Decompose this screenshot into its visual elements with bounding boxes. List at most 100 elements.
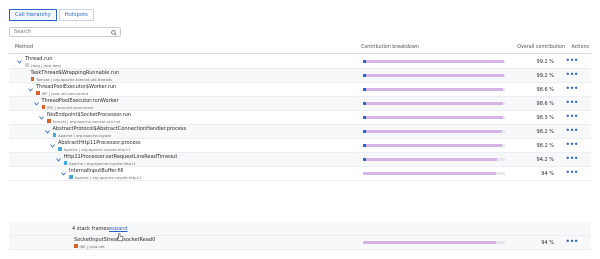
table-row[interactable]: AbstractProtocol$AbstractConnectionHandl…	[9, 125, 591, 139]
table-row[interactable]: AbstractHttp11Processor.process Apache | …	[9, 139, 591, 153]
method-source: Apache | org.apache.coyote.http11	[58, 147, 131, 152]
contribution-fill	[363, 116, 503, 119]
tab-call-hierarchy[interactable]: Call hierarchy	[9, 9, 57, 21]
source-tag-icon	[41, 105, 45, 109]
contribution-fill	[363, 158, 497, 161]
more-actions-icon[interactable]: •••	[565, 169, 578, 177]
chevron-down-icon[interactable]	[28, 88, 33, 92]
contribution-bar	[363, 60, 505, 63]
self-time-marker	[363, 158, 366, 161]
table-row[interactable]: ThreadPoolExecutor.runWorker JRE | java.u…	[9, 97, 591, 111]
collapsed-frames-label: 4 stack frames	[72, 226, 110, 232]
source-tag-icon	[74, 244, 78, 248]
contribution-bar	[363, 158, 505, 161]
table-row[interactable]: Thread.run Lang | java.lang 99.2 % •••	[9, 55, 591, 69]
contribution-fill	[363, 60, 504, 63]
self-time-marker	[363, 60, 366, 63]
hand-cursor-icon	[116, 233, 124, 242]
search-input[interactable]: Search	[9, 27, 121, 37]
contribution-fill	[363, 172, 497, 175]
self-time-marker	[363, 74, 366, 77]
contribution-bar	[363, 74, 505, 77]
method-column-header: Method	[15, 45, 33, 50]
self-time-marker	[363, 116, 366, 119]
table-row[interactable]: NioEndpoint$SocketProcessor.run Tomcat | …	[9, 111, 591, 125]
source-tag-icon	[63, 161, 67, 165]
method-name: AbstractProtocol$AbstractConnectionHandl…	[52, 126, 187, 132]
overall-contribution: 98.3 %	[536, 115, 554, 121]
source-label: Lang | java.lang	[30, 62, 61, 68]
view-tabs: Call hierarchy Hotspots	[9, 9, 94, 21]
source-label: Tomcat | org.apache.tomcat.util.threads	[36, 76, 113, 82]
contribution-fill	[363, 130, 503, 133]
source-label: Apache | org.apache.coyote	[58, 132, 112, 138]
method-source: Apache | org.apache.coyote.http11	[63, 161, 136, 166]
more-actions-icon[interactable]: •••	[565, 113, 578, 121]
contribution-bar	[363, 88, 505, 91]
more-actions-icon[interactable]: •••	[565, 127, 578, 135]
chevron-down-icon[interactable]	[50, 144, 55, 148]
method-name: AbstractHttp11Processor.process	[58, 140, 141, 146]
self-time-marker	[363, 88, 366, 91]
table-row[interactable]: ThreadPoolExecutor$Worker.run JRE | java.…	[9, 83, 591, 97]
source-tag-icon	[25, 63, 29, 67]
chevron-down-icon[interactable]	[39, 116, 44, 120]
table-row[interactable]: InternalInputBuffer.fill Apache | org.apa…	[9, 167, 591, 181]
method-name: ThreadPoolExecutor$Worker.run	[36, 84, 117, 90]
table-row[interactable]: SocketInputStream.socketRead0 JRE | java.…	[9, 236, 591, 250]
source-tag-icon	[69, 175, 73, 179]
method-name: Thread.run	[25, 56, 53, 62]
contribution-bar	[363, 144, 505, 147]
search-placeholder: Search	[14, 29, 32, 35]
more-actions-icon[interactable]: •••	[565, 71, 578, 79]
contribution-bar	[363, 116, 505, 119]
source-tag-icon	[58, 147, 62, 151]
contribution-fill	[363, 88, 503, 91]
overall-contribution: 98.6 %	[536, 101, 554, 107]
contribution-fill	[363, 241, 497, 244]
source-tag-icon	[36, 91, 40, 95]
more-actions-icon[interactable]: •••	[565, 238, 578, 246]
method-source: Apache | org.apache.coyote.http11	[69, 175, 142, 180]
method-source: JRE | java.util.concurrent	[36, 91, 88, 96]
contribution-bar	[363, 241, 505, 244]
more-actions-icon[interactable]: •••	[565, 57, 578, 65]
chevron-down-icon[interactable]	[17, 60, 22, 64]
chevron-down-icon[interactable]	[61, 172, 66, 176]
contribution-bar	[363, 102, 505, 105]
overall-contribution: 94 %	[541, 171, 554, 177]
overall-contribution: 98.2 %	[536, 129, 554, 135]
more-actions-icon[interactable]: •••	[565, 155, 578, 163]
chevron-down-icon[interactable]	[55, 158, 61, 162]
more-actions-icon[interactable]: •••	[565, 141, 578, 149]
table-row[interactable]: Http11Processor.setRequestLineReadTimeou…	[9, 153, 591, 167]
chevron-down-icon[interactable]	[33, 102, 39, 106]
overall-contribution: 99.2 %	[536, 73, 554, 79]
table-row[interactable]: TaskThread$WrappingRunnable.run Tomcat | …	[9, 69, 591, 83]
source-label: Apache | org.apache.coyote.http11	[74, 174, 142, 180]
method-source: Tomcat | org.apache.tomcat.util.net	[47, 119, 120, 124]
method-source: JRE | java.util.concurrent	[41, 105, 94, 110]
source-tag-icon	[30, 77, 34, 81]
method-name: TaskThread$WrappingRunnable.run	[30, 70, 120, 76]
tab-hotspots[interactable]: Hotspots	[58, 9, 94, 21]
source-tag-icon	[52, 133, 56, 137]
method-source: Lang | java.lang	[25, 63, 61, 68]
overall-contribution: 98.2 %	[536, 143, 554, 149]
method-source: JRE | java.net	[74, 244, 105, 249]
contribution-fill	[363, 74, 504, 77]
source-label: Tomcat | org.apache.tomcat.util.net	[52, 118, 121, 124]
self-time-marker	[363, 102, 366, 105]
method-name: InternalInputBuffer.fill	[69, 168, 124, 174]
overall-contribution: 99.2 %	[536, 59, 554, 65]
chevron-down-icon[interactable]	[44, 130, 50, 134]
source-tag-icon	[47, 119, 51, 123]
more-actions-icon[interactable]: •••	[565, 85, 578, 93]
collapsed-frames-row: 4 stack frames expand	[9, 222, 591, 236]
source-label: JRE | java.net	[79, 243, 105, 249]
more-actions-icon[interactable]: •••	[565, 99, 578, 107]
expand-frames-link[interactable]: expand	[109, 226, 128, 232]
contribution-bar	[363, 130, 505, 133]
self-time-marker	[363, 144, 366, 147]
search-icon	[111, 29, 117, 36]
